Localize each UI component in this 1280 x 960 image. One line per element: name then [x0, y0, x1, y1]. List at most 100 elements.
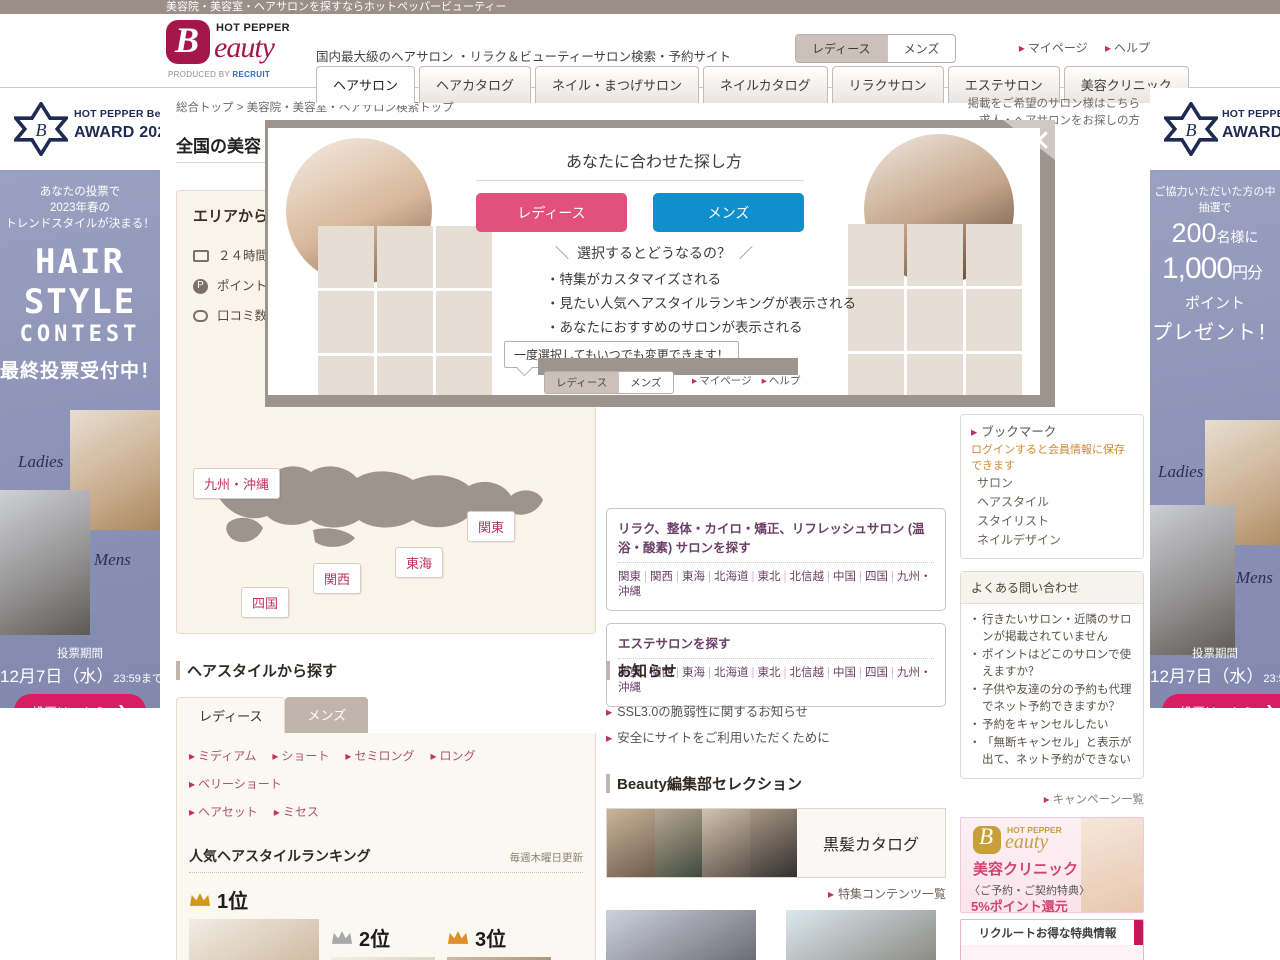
tab-relax-salon[interactable]: リラクサロン: [831, 66, 944, 103]
modal-link-help[interactable]: ヘルプ: [762, 375, 801, 387]
logo-produced-by: PRODUCED BY RECRUIT: [168, 70, 270, 79]
gallery-thumb: [377, 291, 433, 353]
vote-date-left: 12月7日（水）23:59まで: [0, 662, 160, 687]
award-big-hair: HAIR: [35, 242, 125, 282]
selection-heading: Beauty編集部セレクション: [606, 773, 946, 794]
right-ad-rail[interactable]: B HOT PEPPER Be AWARD 20 ご協力いただいた方の中 抽選で…: [1150, 88, 1280, 708]
crown-silver-icon: [331, 931, 353, 944]
relax-region-5[interactable]: 北信越: [790, 571, 825, 583]
left-ad-rail[interactable]: B HOT PEPPER Beauty AWARD 2023 あなたの投票で 2…: [0, 88, 160, 708]
region-tag-tokai[interactable]: 東海: [395, 547, 444, 578]
faq-item-2[interactable]: 子供や友達の分の予約も代理でネット予約できますか？: [969, 682, 1133, 716]
featured-image-0[interactable]: [606, 910, 756, 960]
tab-nail-catalog[interactable]: ネイルカタログ: [703, 66, 828, 103]
header-toggle-mens[interactable]: メンズ: [888, 35, 956, 62]
crown-gold-icon: [189, 893, 211, 906]
tab-hair-salon[interactable]: ヘアサロン: [316, 66, 416, 103]
biz-link-listing[interactable]: 掲載をご希望のサロン様はこちら: [968, 96, 1141, 113]
bookmark-item-hairstyle[interactable]: ヘアスタイル: [971, 493, 1133, 512]
crown-bronze-icon: [447, 931, 469, 944]
modal-link-mypage[interactable]: マイページ: [692, 375, 752, 387]
feature-row-points: P ポイント: [193, 271, 268, 301]
close-icon[interactable]: ✕: [1020, 125, 1058, 163]
search-box-este-title[interactable]: エステサロンを探す: [618, 633, 934, 659]
hairstyle-tag-short[interactable]: ショート: [272, 749, 329, 763]
japan-map[interactable]: [207, 426, 577, 586]
faq-item-4[interactable]: 「無断キャンセル」と表示が出て、ネット予約ができない: [969, 735, 1133, 769]
relax-region-0[interactable]: 関東: [618, 571, 641, 583]
bookmark-item-salon[interactable]: サロン: [971, 474, 1133, 493]
relax-region-6[interactable]: 中国: [833, 571, 856, 583]
hairstyle-section: ヘアスタイルから探す レディース メンズ ミディアム ショート セミロング ロングベリ…: [176, 660, 596, 960]
hairstyle-tag-veryshort[interactable]: ベリーショート: [189, 777, 282, 791]
bookmark-title[interactable]: ブックマーク: [971, 423, 1133, 442]
site-logo[interactable]: HOT PEPPER eauty PRODUCED BY RECRUIT: [166, 19, 300, 82]
award-photo-mens: [0, 490, 90, 635]
faq-item-3[interactable]: 予約をキャンセルしたい: [969, 717, 1133, 734]
selection-image-1: [654, 809, 702, 877]
relax-region-1[interactable]: 関西: [650, 571, 673, 583]
region-tag-kanto[interactable]: 関東: [467, 511, 516, 542]
featured-image-1[interactable]: [786, 910, 936, 960]
modal-gender-toggle[interactable]: レディース メンズ: [544, 371, 674, 394]
notice-item-1[interactable]: 安全にサイトをご利用いただくために: [606, 731, 830, 745]
region-tag-shikoku[interactable]: 四国: [241, 587, 290, 618]
tab-hair-catalog[interactable]: ヘアカタログ: [419, 66, 532, 103]
modal-benefit-2: ・あなたにおすすめのサロンが表示される: [546, 320, 803, 335]
clinic-logo-mark: [973, 824, 1001, 854]
relax-region-3[interactable]: 北海道: [714, 571, 749, 583]
vote-button-right[interactable]: 投票はこちら ❯: [1162, 694, 1280, 708]
award-body-left[interactable]: あなたの投票で 2023年春の トレンドスタイルが決まる！ HAIR STYLE…: [0, 170, 160, 708]
region-tag-kansai[interactable]: 関西: [313, 563, 362, 594]
ranking-item-3[interactable]: 3位: [447, 923, 551, 960]
modal-title: あなたに合わせた探し方: [565, 154, 742, 171]
selection-image-2: [702, 809, 750, 877]
hairstyle-tab-ladies[interactable]: レディース: [176, 697, 286, 733]
header-gender-toggle[interactable]: レディース メンズ: [795, 34, 957, 63]
relax-region-4[interactable]: 東北: [758, 571, 781, 583]
ranking-thumbnail-1[interactable]: [189, 919, 319, 960]
hairstyle-tag-medium[interactable]: ミディアム: [189, 749, 256, 763]
recruit-ad-banner[interactable]: リクルートお得な特典情報: [960, 919, 1144, 960]
hairstyle-tag-semilong[interactable]: セミロング: [345, 749, 414, 763]
faq-item-0[interactable]: 行きたいサロン・近隣のサロンが掲載されていません: [969, 612, 1133, 646]
notice-item-0[interactable]: SSL3.0の脆弱性に関するお知らせ: [606, 705, 808, 719]
recruit-text: RECRUIT: [232, 70, 271, 79]
gallery-thumb: [377, 356, 433, 395]
header-link-help[interactable]: ヘルプ: [1105, 41, 1150, 55]
breadcrumb-item-1[interactable]: 美容院・美容室・ヘアサロン検索トップ: [247, 102, 454, 114]
search-box-relax-title[interactable]: リラク、整体・カイロ・矯正、リフレッシュサロン (温浴・酸素) サロンを探す: [618, 518, 934, 563]
gallery-thumb: [318, 291, 374, 353]
selection-banner[interactable]: 黒髪カタログ: [606, 808, 946, 878]
feature-label-reviews: 口コミ数: [217, 309, 268, 323]
award-lead-line1: あなたの投票で: [39, 186, 121, 198]
vote-button-left[interactable]: 投票はこちら ❯: [14, 694, 146, 708]
relax-region-7[interactable]: 四国: [865, 571, 888, 583]
ranking-item-2[interactable]: 2位: [331, 923, 435, 960]
header-toggle-ladies[interactable]: レディース: [796, 35, 888, 62]
hairstyle-tag-long[interactable]: ロング: [430, 749, 475, 763]
ranking-item-1[interactable]: 1位: [189, 885, 319, 960]
clinic-ad-banner[interactable]: HOT PEPPER eauty 美容クリニック 〈ご予約・ご契約特典〉 5%ポ…: [960, 817, 1144, 913]
bookmark-item-naildesign[interactable]: ネイルデザイン: [971, 531, 1133, 550]
hairstyle-tag-hairset[interactable]: ヘアセット: [189, 805, 258, 819]
modal-ladies-button[interactable]: レディース: [476, 193, 627, 232]
tab-nail-eyelash-salon[interactable]: ネイル・まつげサロン: [535, 66, 700, 103]
modal-toggle-ladies[interactable]: レディース: [545, 372, 620, 393]
region-tag-kyushu-okinawa[interactable]: 九州・沖縄: [193, 468, 281, 499]
featured-contents-link[interactable]: 特集コンテンツ一覧: [606, 885, 946, 902]
modal-toggle-mens[interactable]: メンズ: [619, 372, 672, 393]
hairstyle-tab-mens[interactable]: メンズ: [285, 697, 369, 733]
award-body-right[interactable]: ご協力いただいた方の中 抽選で 200名様に 1,000円分 ポイント プレゼン…: [1150, 170, 1280, 708]
promo-lead-line1: ご協力いただいた方の中: [1154, 186, 1276, 198]
relax-region-2[interactable]: 東海: [682, 571, 705, 583]
header-link-mypage[interactable]: マイページ: [1019, 41, 1088, 55]
modal-mens-button[interactable]: メンズ: [653, 193, 804, 232]
hairstyle-tag-misesu[interactable]: ミセス: [274, 805, 319, 819]
campaign-list-link[interactable]: キャンペーン一覧: [960, 791, 1144, 807]
bookmark-item-stylist[interactable]: スタイリスト: [971, 512, 1133, 531]
award-big-text: HAIR STYLE: [0, 242, 160, 322]
ranking-label-2: 2位: [331, 923, 435, 952]
faq-item-1[interactable]: ポイントはどこのサロンで使えますか？: [969, 647, 1133, 681]
breadcrumb-item-0[interactable]: 総合トップ: [176, 102, 234, 114]
